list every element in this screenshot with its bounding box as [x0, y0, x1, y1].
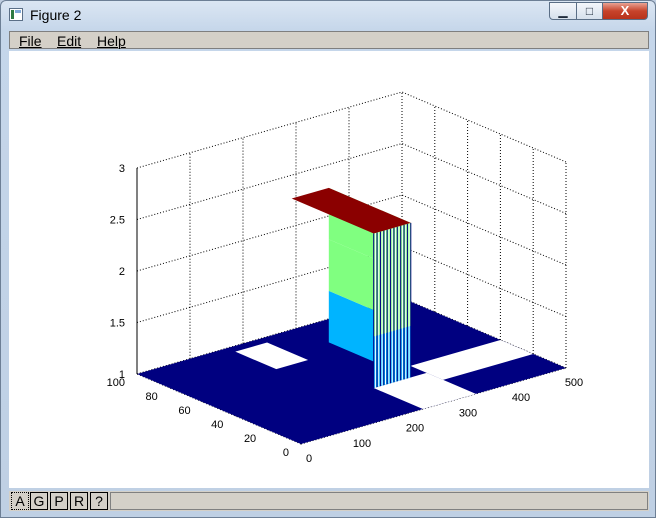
- close-button[interactable]: X: [602, 2, 648, 20]
- y-tick-label: 0: [283, 447, 289, 459]
- toolbar-button-g[interactable]: G: [30, 492, 48, 510]
- status-bar: A G P R ?: [9, 491, 649, 511]
- grid-line: [401, 91, 567, 163]
- z-tick-label: 2.5: [110, 215, 125, 227]
- x-tick-label: 200: [406, 423, 424, 435]
- grid-line: [401, 194, 567, 266]
- y-tick-label: 20: [244, 433, 256, 445]
- plot-canvas[interactable]: 0 100 200 300 400 500 0 20 40 60 80 100 1 1.5 2 2.5 3: [9, 51, 649, 488]
- toolbar-button-p[interactable]: P: [50, 492, 68, 510]
- y-tick-label: 80: [146, 391, 158, 403]
- menu-file[interactable]: File: [19, 33, 42, 49]
- grid-line: [401, 246, 567, 317]
- x-tick-label: 100: [353, 438, 371, 450]
- toolbar-button-help[interactable]: ?: [90, 492, 108, 510]
- figure-window: Figure 2 ▁ □ X File Edit Help 0 100 200 300…: [0, 0, 656, 518]
- menu-bar: File Edit Help: [9, 31, 649, 49]
- x-tick-label: 300: [459, 407, 477, 419]
- minimize-button[interactable]: ▁: [549, 2, 577, 20]
- status-message-field: [110, 492, 648, 510]
- title-bar[interactable]: Figure 2 ▁ □ X: [1, 1, 655, 29]
- maximize-button[interactable]: □: [576, 2, 603, 20]
- y-tick-label: 60: [178, 405, 190, 417]
- menu-help[interactable]: Help: [97, 33, 126, 49]
- z-tick-label: 1.5: [110, 318, 125, 330]
- close-icon: X: [620, 3, 630, 18]
- z-tick-label: 3: [119, 163, 125, 175]
- z-tick-label: 1: [119, 369, 125, 381]
- minimize-icon: ▁: [558, 4, 568, 18]
- menu-edit[interactable]: Edit: [57, 33, 81, 49]
- surface-plot: 010020030040050002040608010011.522.53: [107, 91, 583, 465]
- toolbar-button-a[interactable]: A: [11, 492, 29, 510]
- toolbar-button-r[interactable]: R: [70, 492, 88, 510]
- x-tick-label: 0: [306, 453, 312, 465]
- window-title: Figure 2: [30, 7, 82, 23]
- x-tick-label: 500: [565, 377, 583, 389]
- grid-line: [401, 143, 567, 214]
- y-tick-label: 40: [211, 419, 223, 431]
- z-tick-label: 2: [119, 266, 125, 278]
- maximize-icon: □: [585, 4, 594, 18]
- grid-line: [136, 91, 403, 169]
- x-tick-label: 400: [512, 392, 530, 404]
- figure-app-icon: [9, 8, 23, 21]
